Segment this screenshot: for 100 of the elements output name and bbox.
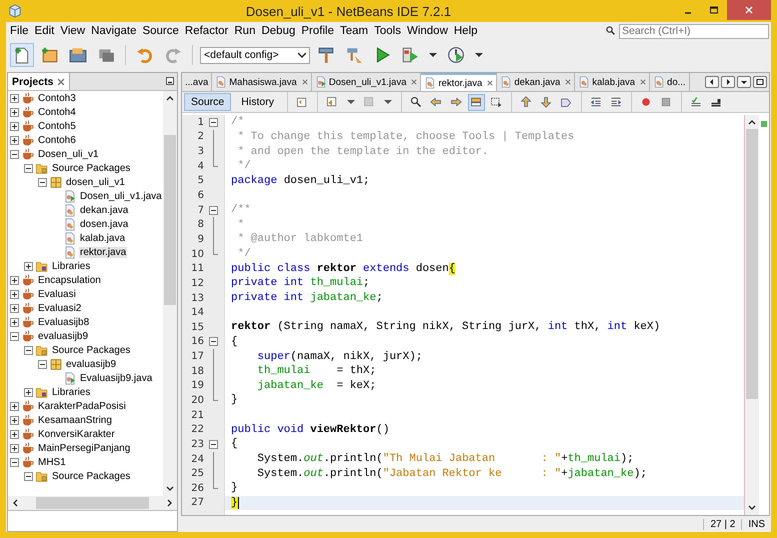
tree-item[interactable]: MainPersegiPanjang — [37, 442, 132, 454]
tree-item[interactable]: KesamaanString — [37, 414, 113, 426]
tree-item[interactable]: KarakterPadaPosisi — [37, 400, 127, 412]
file-tab[interactable]: rektor.java — [421, 73, 498, 91]
menu-item[interactable]: Source — [139, 25, 182, 37]
line-number: 3 — [196, 146, 204, 158]
line-number: 15 — [190, 322, 204, 333]
tree-item[interactable]: evaluasijb9 — [65, 358, 118, 370]
tree-item[interactable]: Evaluasijb8 — [37, 316, 90, 328]
code-line: { — [231, 438, 238, 450]
code-line: * — [236, 218, 244, 231]
projects-tab[interactable]: Projects — [8, 73, 70, 90]
menu-item[interactable]: File — [7, 25, 32, 37]
code-line: jabatan_ke = keX; — [256, 380, 376, 392]
tree-item[interactable]: Source Packages — [51, 344, 132, 356]
tree-item[interactable]: Source Packages — [51, 470, 132, 482]
tree-item[interactable]: kalab.java — [79, 232, 126, 244]
line-number: 16 — [190, 336, 204, 348]
menu-item[interactable]: Tools — [371, 25, 404, 37]
menu-item[interactable]: Navigate — [88, 25, 140, 37]
line-number: 27 — [190, 497, 204, 508]
line-number: 17 — [190, 351, 204, 362]
menu-item[interactable]: Window — [404, 25, 451, 37]
code-line: * To change this template, choose Tools | Templates — [236, 130, 574, 143]
tree-item[interactable]: dekan.java — [79, 204, 130, 216]
code-line: * and open the template in the editor. — [236, 146, 488, 158]
code-line: System.out.println("Th Mulai Jabatan : "+th_mulai); — [256, 453, 634, 466]
code-line: } — [231, 394, 238, 406]
code-line: { — [231, 336, 238, 348]
code-line: */ — [236, 248, 251, 260]
tree-item[interactable]: Evaluasi2 — [37, 302, 82, 314]
tree-item[interactable]: Evaluasijb9.java — [79, 372, 154, 384]
tree-item[interactable]: Contoh3 — [37, 92, 77, 104]
line-number: 22 — [190, 424, 204, 436]
line-number: 24 — [190, 454, 204, 465]
tree-item[interactable]: rektor.java — [79, 246, 128, 258]
line-number: 5 — [196, 175, 204, 186]
line-number: 11 — [190, 263, 204, 274]
tree-item[interactable]: Libraries — [51, 260, 92, 272]
line-number: 21 — [190, 410, 204, 421]
code-line: rektor (String namaX, String nikX, String jurX, int thX, int keX) — [231, 321, 660, 334]
line-number: 18 — [190, 366, 204, 377]
line-number: 1 — [196, 116, 204, 128]
code-line: super(namaX, nikX, jurX); — [256, 350, 422, 363]
line-number: 19 — [190, 380, 204, 392]
tree-item[interactable]: Dosen_uli_v1 — [37, 148, 100, 160]
tree-item[interactable]: evaluasijb9 — [37, 330, 90, 342]
menu-item[interactable]: Refactor — [182, 25, 232, 37]
menu-item[interactable]: Profile — [298, 25, 337, 37]
tree-item[interactable]: Contoh4 — [37, 106, 77, 118]
code-line: /** — [231, 204, 251, 216]
line-number: 2 — [196, 131, 204, 142]
code-line: */ — [236, 160, 251, 172]
tree-item[interactable]: Encapsulation — [37, 274, 102, 286]
line-number: 26 — [190, 482, 204, 494]
code-line: public class rektor extends dosen{ — [231, 262, 456, 275]
cursor-position: 27 | 2 — [703, 518, 742, 530]
code-line: System.out.println("Jabatan Rektor ke : "+jabatan_ke); — [256, 468, 647, 480]
tree-item[interactable]: KonversiKarakter — [37, 428, 116, 440]
tree-item[interactable]: Evaluasi — [37, 288, 77, 300]
window-title: Dosen_uli_v1 - NetBeans IDE 7.2.1 — [244, 4, 452, 18]
line-number: 20 — [190, 394, 204, 406]
tree-item[interactable]: MHS1 — [37, 456, 67, 468]
menu-item[interactable]: Help — [450, 25, 481, 37]
line-number: 6 — [196, 190, 204, 202]
line-number: 23 — [190, 438, 204, 450]
code-line: private int jabatan_ke; — [231, 292, 383, 304]
code-line: th_mulai = thX; — [256, 365, 376, 378]
code-line: } — [231, 482, 238, 494]
menu-item[interactable]: Debug — [258, 25, 298, 37]
code-line: package dosen_uli_v1; — [231, 174, 370, 187]
code-line: public void viewRektor() — [231, 424, 390, 436]
menu-item[interactable]: Run — [231, 25, 258, 37]
config-dropdown[interactable]: <default config> — [200, 46, 310, 64]
line-number: 13 — [190, 292, 204, 304]
menu-item[interactable]: View — [57, 25, 88, 37]
code-line: * @author labkomte1 — [236, 233, 364, 246]
line-number: 8 — [196, 219, 204, 230]
tree-item[interactable]: Contoh6 — [37, 134, 77, 146]
tree-item[interactable]: Libraries — [51, 386, 92, 398]
line-number: 25 — [190, 468, 204, 480]
menu-item[interactable]: Edit — [32, 25, 58, 37]
code-line: private int th_mulai; — [231, 277, 370, 290]
line-number: 7 — [196, 204, 204, 216]
tree-item[interactable]: dosen.java — [79, 218, 130, 230]
tree-item[interactable]: Dosen_uli_v1.java — [79, 190, 163, 202]
insert-mode: INS — [741, 518, 771, 530]
line-number: 9 — [196, 234, 204, 245]
line-number: 14 — [190, 307, 204, 318]
search-field[interactable]: Search (Ctrl+I) — [619, 24, 769, 38]
code-line: } — [231, 496, 239, 509]
menu-item[interactable]: Team — [336, 25, 372, 37]
tree-item[interactable]: Source Packages — [51, 162, 132, 174]
line-number: 4 — [196, 160, 204, 172]
view-tab[interactable]: Source — [184, 93, 232, 111]
line-number: 12 — [190, 278, 204, 289]
view-tab[interactable]: History — [234, 93, 281, 111]
tree-item[interactable]: dosen_uli_v1 — [65, 176, 126, 188]
tree-item[interactable]: Contoh5 — [37, 120, 77, 132]
line-number: 10 — [190, 248, 204, 260]
